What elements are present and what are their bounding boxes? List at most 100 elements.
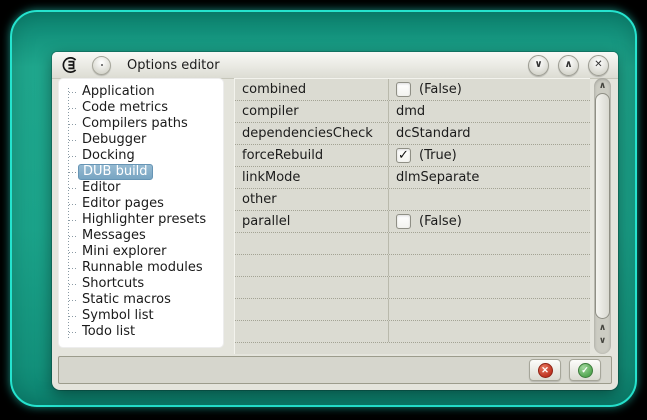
sidebar-item-docking[interactable]: Docking — [58, 148, 224, 164]
property-name: dependenciesCheck — [235, 123, 389, 144]
scroll-down-icon[interactable]: ∨ — [594, 335, 611, 347]
accept-check-icon: ✓ — [577, 362, 593, 378]
property-row-compiler[interactable]: compiler dmd — [235, 101, 590, 123]
property-value[interactable] — [389, 321, 590, 342]
property-value[interactable]: dmd — [389, 101, 590, 122]
sidebar-item-label: Messages — [82, 228, 146, 243]
sidebar-item-label: Docking — [82, 148, 135, 163]
property-name — [235, 277, 389, 298]
property-value-text: (True) — [419, 148, 457, 163]
property-name: other — [235, 189, 389, 210]
minimize-button[interactable]: ∨ — [528, 54, 549, 76]
sidebar-item-shortcuts[interactable]: Shortcuts — [58, 276, 224, 292]
sidebar-item-highlighter-presets[interactable]: Highlighter presets — [58, 212, 224, 228]
sidebar-item-messages[interactable]: Messages — [58, 228, 224, 244]
sidebar-item-label: Debugger — [82, 132, 147, 147]
property-value[interactable]: ✓ (True) — [389, 145, 590, 166]
property-value-text: dmd — [396, 104, 426, 119]
property-value[interactable] — [389, 255, 590, 276]
sidebar-item-editor-pages[interactable]: Editor pages — [58, 196, 224, 212]
category-tree: Application Code metrics Compilers paths… — [58, 78, 224, 348]
sidebar-item-mini-explorer[interactable]: Mini explorer — [58, 244, 224, 260]
property-name — [235, 233, 389, 254]
checkbox[interactable] — [396, 214, 411, 229]
property-name: parallel — [235, 211, 389, 232]
scroll-up-icon[interactable]: ∧ — [594, 322, 611, 334]
property-row-linkMode[interactable]: linkMode dlmSeparate — [235, 167, 590, 189]
property-grid: combined (False) compiler dmd dependenci… — [234, 78, 590, 354]
sidebar-item-code-metrics[interactable]: Code metrics — [58, 100, 224, 116]
property-value-text: dcStandard — [396, 126, 471, 141]
property-name — [235, 321, 389, 342]
window-title: Options editor — [127, 57, 220, 73]
property-value[interactable]: dlmSeparate — [389, 167, 590, 188]
sidebar-item-label: Mini explorer — [82, 244, 167, 259]
property-row-empty — [235, 277, 590, 299]
scroll-up-icon[interactable]: ∧ — [594, 80, 611, 92]
coedit-app-icon — [61, 56, 79, 74]
window-menu-button[interactable] — [92, 55, 111, 75]
property-value[interactable] — [389, 233, 590, 254]
sidebar-item-runnable-modules[interactable]: Runnable modules — [58, 260, 224, 276]
property-name: combined — [235, 79, 389, 100]
property-value[interactable] — [389, 299, 590, 320]
property-name — [235, 299, 389, 320]
sidebar-item-label: DUB build — [78, 164, 153, 180]
desktop-background: Options editor ∨ ∧ ✕ Application Code me… — [10, 10, 637, 407]
sidebar-item-label: Shortcuts — [82, 276, 145, 291]
property-name — [235, 255, 389, 276]
sidebar-item-label: Todo list — [82, 324, 136, 339]
property-row-forceRebuild[interactable]: forceRebuild ✓ (True) — [235, 145, 590, 167]
sidebar-item-todo-list[interactable]: Todo list — [58, 324, 224, 340]
maximize-button[interactable]: ∧ — [558, 54, 579, 76]
sidebar-item-label: Static macros — [82, 292, 171, 307]
property-row-empty — [235, 233, 590, 255]
checkbox[interactable] — [396, 82, 411, 97]
property-row-empty — [235, 299, 590, 321]
vertical-scrollbar[interactable]: ∧ ∧ ∨ — [594, 78, 611, 354]
options-editor-window: Options editor ∨ ∧ ✕ Application Code me… — [52, 52, 618, 390]
property-name: compiler — [235, 101, 389, 122]
chevron-up-icon: ∧ — [564, 59, 573, 70]
sidebar-item-label: Symbol list — [82, 308, 154, 323]
sidebar-item-static-macros[interactable]: Static macros — [58, 292, 224, 308]
property-value-text: (False) — [419, 82, 462, 97]
sidebar-item-compilers-paths[interactable]: Compilers paths — [58, 116, 224, 132]
sidebar-item-editor[interactable]: Editor — [58, 180, 224, 196]
menu-dot-icon — [100, 64, 103, 66]
property-value-text: dlmSeparate — [396, 170, 480, 185]
sidebar-item-application[interactable]: Application — [58, 84, 224, 100]
property-row-combined[interactable]: combined (False) — [235, 79, 590, 101]
sidebar-item-label: Editor — [82, 180, 121, 195]
property-value-text: (False) — [419, 214, 462, 229]
property-value[interactable] — [389, 277, 590, 298]
sidebar-item-label: Code metrics — [82, 100, 169, 115]
close-icon: ✕ — [594, 59, 603, 70]
sidebar-item-dub-build[interactable]: DUB build — [58, 164, 224, 180]
property-value[interactable] — [389, 189, 590, 210]
property-row-parallel[interactable]: parallel (False) — [235, 211, 590, 233]
property-value[interactable]: (False) — [389, 211, 590, 232]
titlebar[interactable]: Options editor ∨ ∧ ✕ — [52, 52, 618, 79]
sidebar-item-label: Application — [82, 84, 155, 99]
cancel-button[interactable]: ✕ — [529, 359, 561, 381]
sidebar-item-debugger[interactable]: Debugger — [58, 132, 224, 148]
accept-button[interactable]: ✓ — [569, 359, 601, 381]
property-row-dependenciesCheck[interactable]: dependenciesCheck dcStandard — [235, 123, 590, 145]
scrollbar-thumb[interactable] — [595, 93, 610, 319]
property-row-empty — [235, 321, 590, 343]
property-row-other[interactable]: other — [235, 189, 590, 211]
property-value[interactable]: (False) — [389, 79, 590, 100]
chevron-down-icon: ∨ — [534, 59, 543, 70]
sidebar-item-label: Editor pages — [82, 196, 164, 211]
property-value[interactable]: dcStandard — [389, 123, 590, 144]
sidebar-item-symbol-list[interactable]: Symbol list — [58, 308, 224, 324]
close-button[interactable]: ✕ — [588, 54, 609, 76]
property-row-empty — [235, 255, 590, 277]
checkbox[interactable]: ✓ — [396, 148, 411, 163]
sidebar-item-label: Compilers paths — [82, 116, 188, 131]
property-name: forceRebuild — [235, 145, 389, 166]
sidebar-item-label: Runnable modules — [82, 260, 203, 275]
footer-bar: ✕ ✓ — [58, 356, 612, 384]
sidebar-item-label: Highlighter presets — [82, 212, 207, 227]
